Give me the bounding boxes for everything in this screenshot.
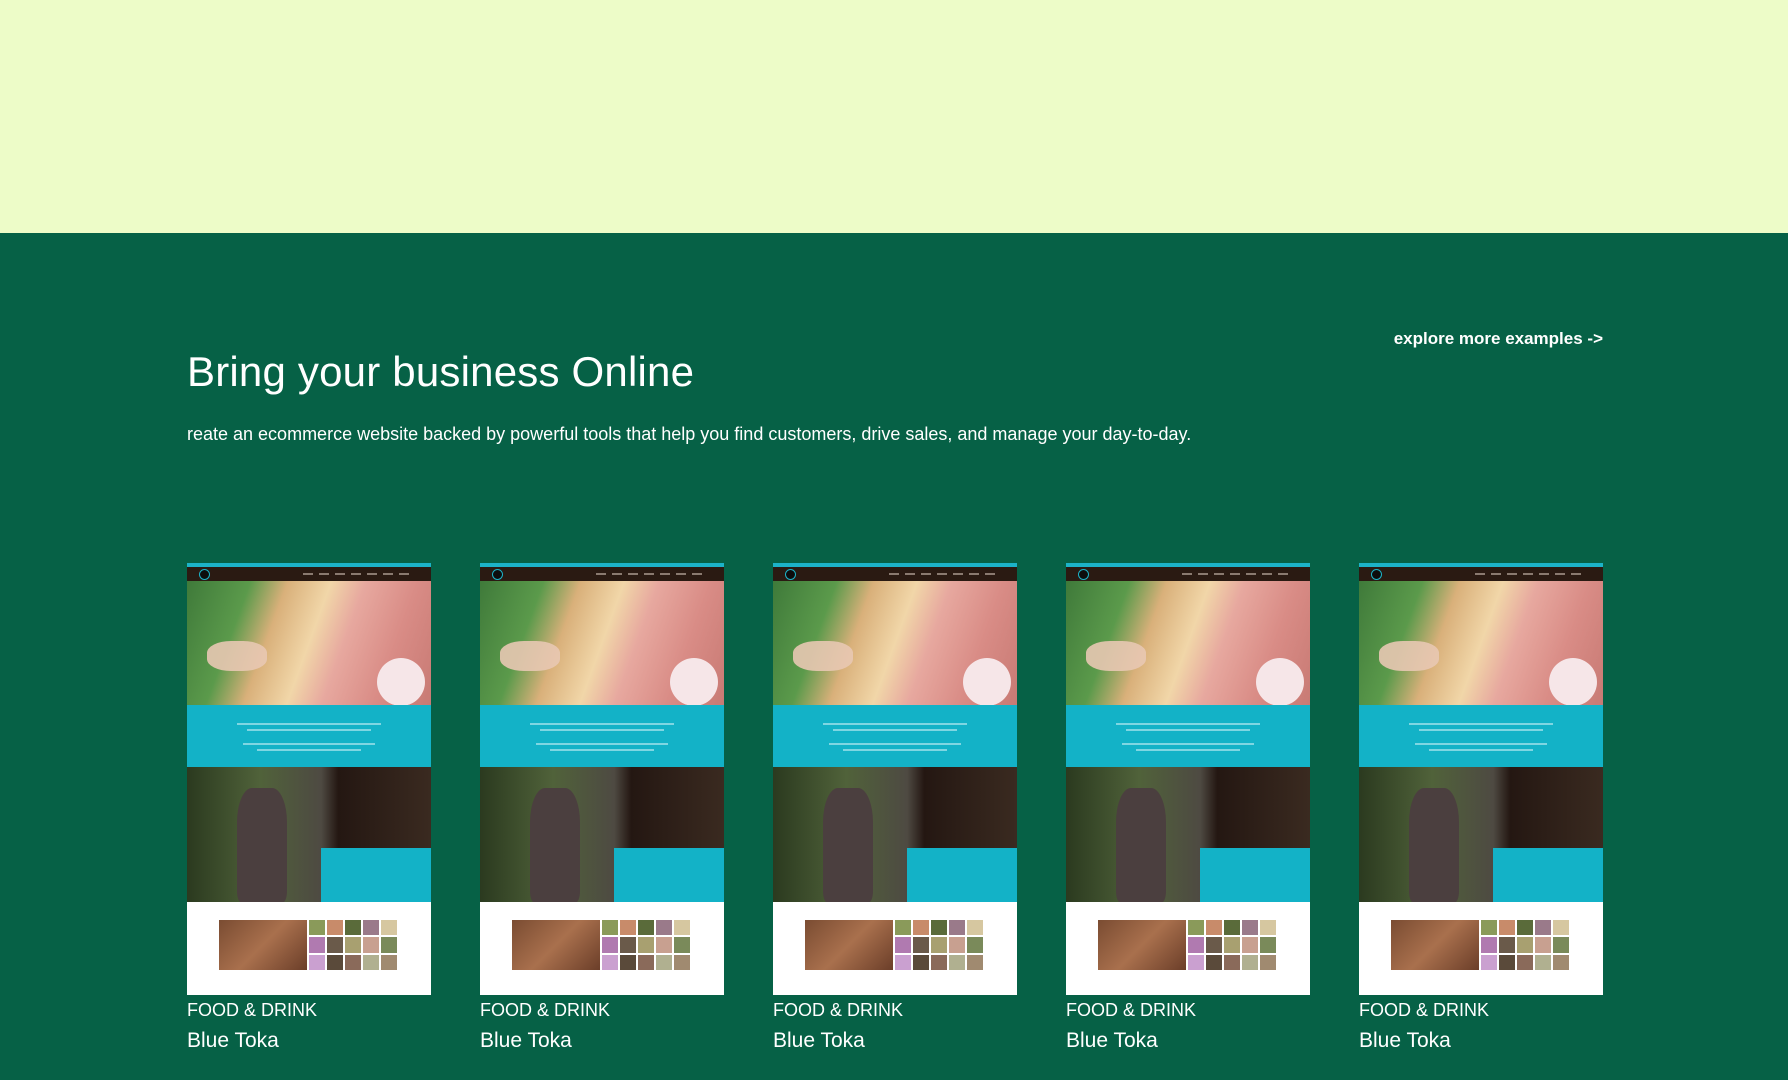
example-thumbnail[interactable]: [773, 563, 1017, 995]
example-thumbnail[interactable]: [1066, 563, 1310, 995]
example-category: FOOD & DRINK: [1066, 1000, 1197, 1020]
example-thumbnail[interactable]: [1359, 563, 1603, 995]
section-title: Bring your business Online: [187, 348, 695, 395]
example-card[interactable]: FOOD & DRINK Blue Toka: [1359, 563, 1603, 1053]
examples-grid: FOOD & DRINK Blue Toka FOOD & DRINK Blue…: [187, 563, 1604, 1053]
example-name[interactable]: Blue Toka: [480, 1029, 724, 1053]
example-thumbnail[interactable]: [187, 563, 431, 995]
example-category: FOOD & DRINK: [480, 1000, 611, 1020]
explore-more-link[interactable]: explore more examples ->: [1394, 329, 1603, 349]
example-name[interactable]: Blue Toka: [187, 1029, 431, 1053]
top-banner: [0, 0, 1788, 233]
example-card[interactable]: FOOD & DRINK Blue Toka: [1066, 563, 1310, 1053]
example-card[interactable]: FOOD & DRINK Blue Toka: [187, 563, 431, 1053]
example-category: FOOD & DRINK: [1359, 1000, 1490, 1020]
example-card[interactable]: FOOD & DRINK Blue Toka: [773, 563, 1017, 1053]
examples-section: explore more examples -> Bring your busi…: [0, 233, 1788, 1080]
example-card[interactable]: FOOD & DRINK Blue Toka: [480, 563, 724, 1053]
section-subtitle: reate an ecommerce website backed by pow…: [187, 424, 1192, 444]
example-category: FOOD & DRINK: [773, 1000, 904, 1020]
example-thumbnail[interactable]: [480, 563, 724, 995]
example-name[interactable]: Blue Toka: [1066, 1029, 1310, 1053]
example-name[interactable]: Blue Toka: [1359, 1029, 1603, 1053]
example-name[interactable]: Blue Toka: [773, 1029, 1017, 1053]
example-category: FOOD & DRINK: [187, 1000, 318, 1020]
